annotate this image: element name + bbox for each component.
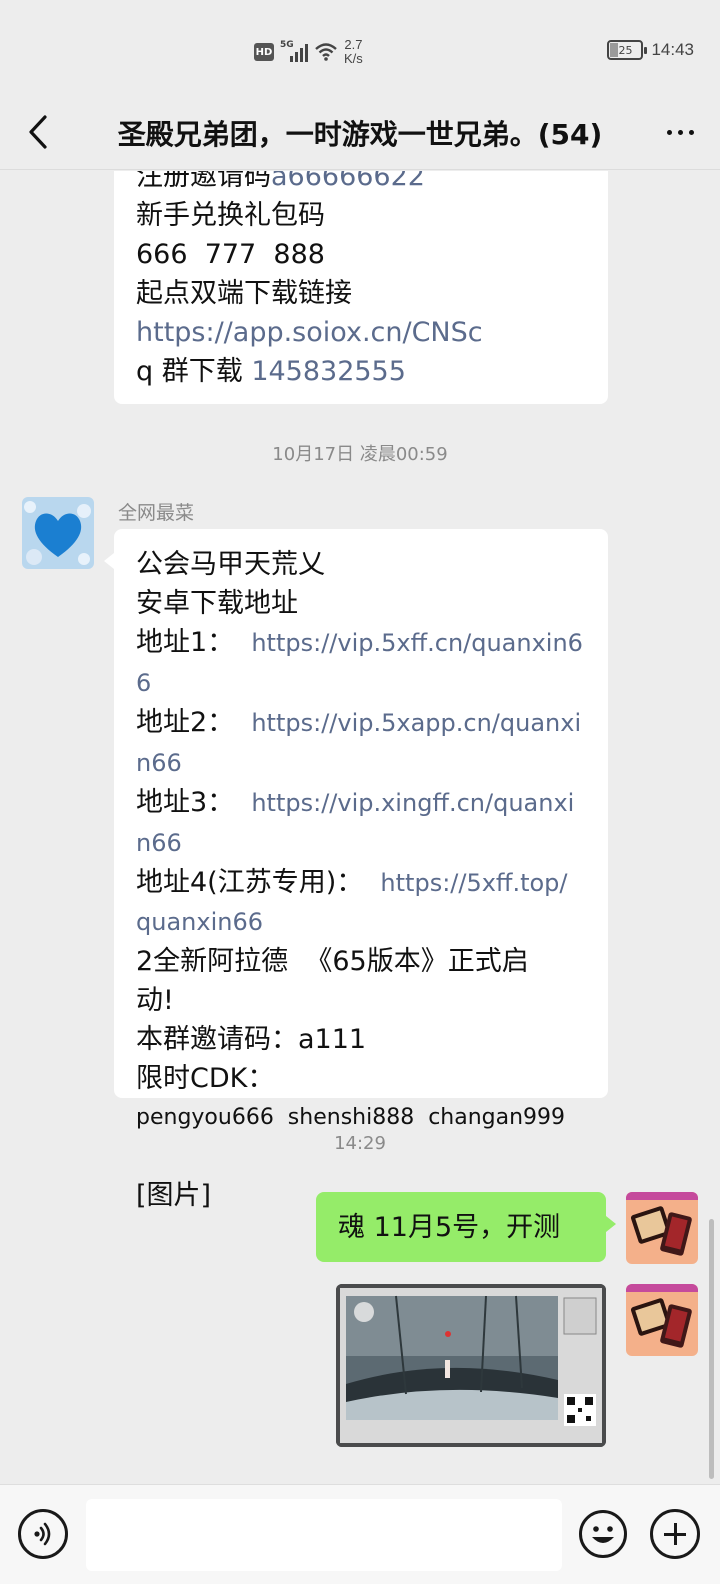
message-line: 公会马甲天荒乂 (136, 549, 325, 580)
my-avatar[interactable] (626, 1192, 698, 1264)
battery-level: 25 (618, 43, 633, 57)
voice-button[interactable] (18, 1509, 68, 1559)
message-line: 地址3： https://vip.xingff.cn/quanxin66 (136, 787, 575, 857)
emoji-icon (579, 1510, 627, 1558)
message-line: 地址2： https://vip.5xapp.cn/quanxin66 (136, 707, 582, 777)
sender-name: 全网最菜 (118, 502, 195, 524)
message-text: 魂 11月5号，开测 (338, 1211, 561, 1243)
cell-signal-icon: 5G (280, 40, 308, 62)
sender-avatar[interactable] (22, 497, 94, 569)
scrollbar[interactable] (709, 1219, 714, 1479)
message-line: 2全新阿拉德 《65版本》正式启 (136, 946, 529, 977)
blue-heart-avatar (22, 497, 94, 569)
more-options-button[interactable] (658, 112, 702, 152)
image-message[interactable] (336, 1284, 606, 1447)
message-line: 666 777 888 (136, 239, 325, 270)
message-link[interactable]: 145832555 (251, 356, 406, 387)
game-cards-avatar (626, 1192, 698, 1264)
status-right: 25 14:43 (607, 40, 694, 60)
status-indicators: HD 5G 2.7 K/s (254, 38, 363, 66)
status-bar: HD 5G 2.7 K/s 25 14:43 (0, 0, 720, 96)
back-button[interactable] (18, 110, 58, 154)
message-link[interactable]: https://5xff.top/ (380, 869, 567, 897)
battery-icon: 25 (607, 40, 648, 60)
message-link[interactable]: quanxin66 (136, 903, 586, 942)
message-line: pengyou666 shenshi888 changan999 (136, 1105, 566, 1130)
more-dots-icon (666, 129, 672, 135)
plus-button[interactable] (650, 1509, 700, 1559)
message-input[interactable] (86, 1499, 562, 1571)
message-line: 地址1： https://vip.5xff.cn/quanxin66 (136, 627, 583, 697)
chat-title: 圣殿兄弟团，一时游戏一世兄弟。(54) (117, 118, 603, 151)
chevron-left-icon (29, 115, 47, 149)
timestamp: 14:29 (334, 1133, 386, 1154)
battery-fill (610, 43, 619, 57)
message-bubble[interactable]: 注册邀请码a66666622 新手兑换礼包码 666 777 888 起点双端下… (114, 171, 608, 404)
message-link[interactable]: https://app.soiox.cn/CNSc (136, 313, 586, 352)
speed-value: 2.7 (344, 37, 363, 52)
input-bar (0, 1484, 720, 1584)
message-line: 限时CDK： (136, 1063, 275, 1094)
network-type-label: 5G (280, 40, 294, 50)
game-cards-avatar (626, 1284, 698, 1356)
message-line: q 群下载 145832555 (136, 356, 406, 387)
message-list[interactable]: 注册邀请码a66666622 新手兑换礼包码 666 777 888 起点双端下… (0, 171, 720, 1484)
hd-badge: HD (254, 43, 274, 61)
wifi-icon (315, 43, 337, 61)
message-line: 本群邀请码：a111 (136, 1024, 367, 1055)
message-link[interactable]: a66666622 (271, 171, 425, 192)
message-line: 动! (136, 985, 174, 1016)
message-bubble[interactable]: 公会马甲天荒乂 安卓下载地址 地址1： https://vip.5xff.cn/… (104, 529, 608, 1211)
chat-header: 圣殿兄弟团，一时游戏一世兄弟。(54) (0, 96, 720, 170)
voice-icon (34, 1522, 51, 1546)
message-line: 注册邀请码a66666622 (136, 171, 586, 196)
my-avatar[interactable] (626, 1284, 698, 1356)
message-line: 起点双端下载链接 (136, 278, 352, 309)
my-message-bubble[interactable]: 魂 11月5号，开测 (316, 1192, 616, 1262)
speed-unit: K/s (344, 51, 363, 66)
timestamp: 10月17日 凌晨00:59 (272, 444, 448, 465)
game-screenshot-image (336, 1284, 606, 1447)
message-line: 新手兑换礼包码 (136, 200, 325, 231)
message-line: 地址4(江苏专用)： https://5xff.top/ (136, 867, 568, 898)
status-time: 14:43 (651, 40, 694, 59)
network-speed: 2.7 K/s (344, 38, 363, 66)
message-line: 安卓下载地址 (136, 588, 298, 619)
emoji-button[interactable] (578, 1509, 628, 1559)
